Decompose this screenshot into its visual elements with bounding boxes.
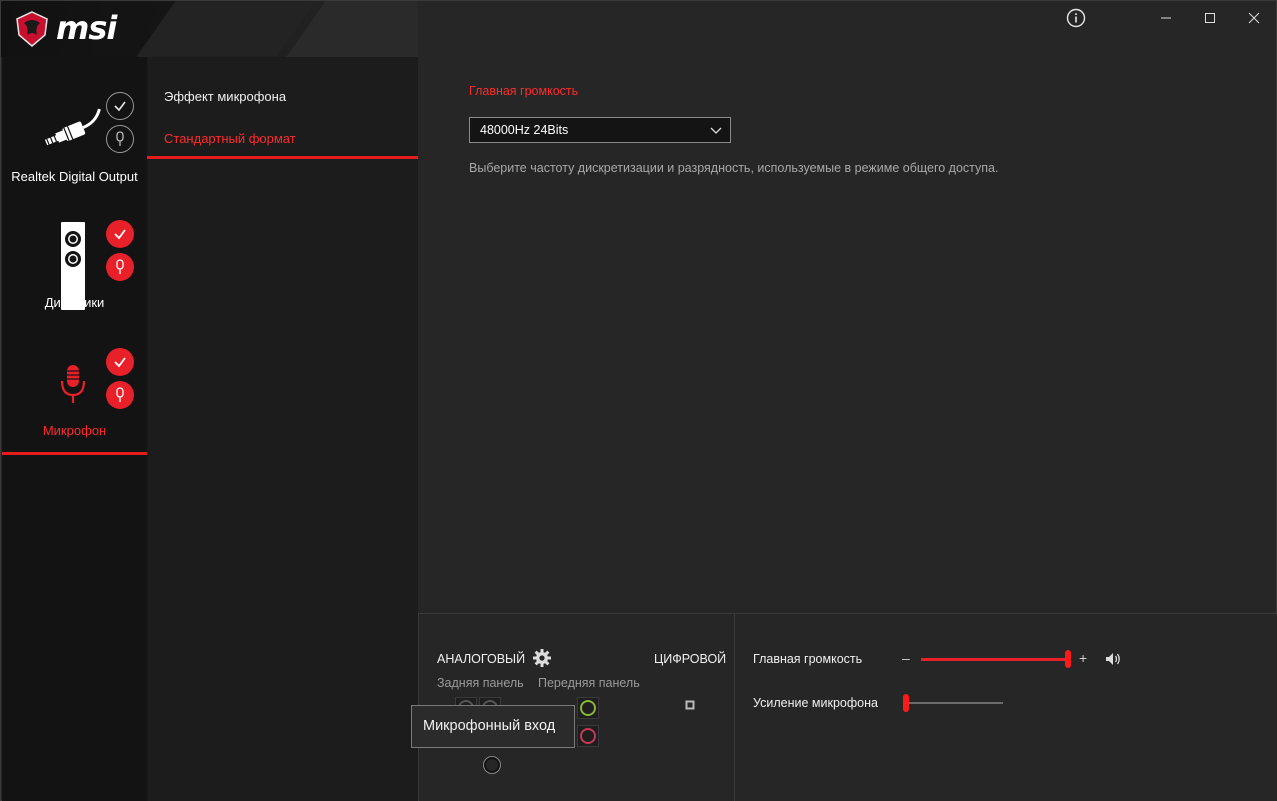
volume-panel: Главная громкость – + Усиление микрофона (735, 613, 1277, 801)
microphone-small-icon (116, 131, 124, 146)
mic-boost-label: Усиление микрофона (753, 696, 878, 710)
app-window: msi Realtek Digital Output Динамики Микр… (0, 0, 1277, 801)
settings-submenu: Эффект микрофона Стандартный формат (147, 57, 418, 801)
front-panel-label: Передняя панель (538, 676, 640, 690)
volume-plus-button[interactable]: + (1079, 650, 1087, 666)
msi-logo-text: msi (56, 9, 117, 47)
digital-output-cable-icon (44, 108, 101, 146)
slider-thumb[interactable] (1065, 650, 1071, 668)
check-icon (114, 101, 126, 112)
front-jack-mic[interactable] (577, 725, 599, 747)
active-device-underline (2, 452, 147, 455)
mic-boost-slider[interactable] (903, 692, 1003, 714)
check-icon (114, 229, 126, 240)
digital-port-icon[interactable] (685, 700, 695, 710)
microphone-icon (60, 365, 86, 403)
msi-dragon-logo-icon (16, 11, 48, 47)
default-device-check-badge[interactable] (106, 220, 134, 248)
device-label: Динамики (44, 295, 105, 310)
device-item-speakers[interactable]: Динамики (2, 217, 147, 345)
device-label: Микрофон (42, 423, 107, 438)
format-select[interactable]: 48000Hz 24Bits (469, 117, 731, 143)
master-volume-label: Главная громкость (753, 652, 863, 666)
submenu-item-mic-effect[interactable]: Эффект микрофона (147, 77, 418, 117)
slider-thumb[interactable] (903, 694, 909, 712)
device-label: Realtek Digital Output (11, 169, 138, 184)
section-title: Главная громкость (469, 84, 579, 98)
default-device-check-badge[interactable] (106, 348, 134, 376)
logo-bar: msi (1, 1, 418, 57)
check-icon (114, 357, 126, 368)
main-content: Главная громкость 48000Hz 24Bits Выберит… (418, 1, 1277, 613)
gear-icon[interactable] (532, 648, 552, 668)
device-item-microphone[interactable]: Микрофон (2, 327, 147, 455)
format-select-value: 48000Hz 24Bits (480, 123, 569, 137)
default-communication-badge[interactable] (106, 253, 134, 281)
chevron-down-icon (710, 127, 722, 134)
microphone-small-icon (116, 259, 124, 274)
digital-label: ЦИФРОВОЙ (654, 652, 727, 666)
submenu-item-default-format[interactable]: Стандартный формат (147, 119, 418, 159)
default-communication-badge[interactable] (106, 381, 134, 409)
device-list: Realtek Digital Output Динамики Микрофон (2, 57, 147, 801)
jack-tooltip: Микрофонный вход (411, 705, 575, 748)
analog-label: АНАЛОГОВЫЙ (437, 652, 526, 666)
default-communication-badge[interactable] (106, 125, 134, 153)
rear-panel-label: Задняя панель (437, 676, 524, 690)
slider-track (903, 702, 1003, 704)
format-description: Выберите частоту дискретизации и разрядн… (469, 161, 999, 175)
device-item-digital-output[interactable]: Realtek Digital Output (2, 87, 147, 215)
default-device-check-badge[interactable] (106, 92, 134, 120)
master-volume-slider[interactable] (921, 648, 1071, 670)
slider-fill (921, 657, 1071, 661)
microphone-small-icon (116, 387, 124, 402)
front-jack-headphone[interactable] (577, 697, 599, 719)
speaker-volume-icon[interactable] (1105, 652, 1123, 666)
rear-jack-mic-in[interactable] (481, 754, 503, 776)
volume-minus-button[interactable]: – (902, 650, 910, 666)
